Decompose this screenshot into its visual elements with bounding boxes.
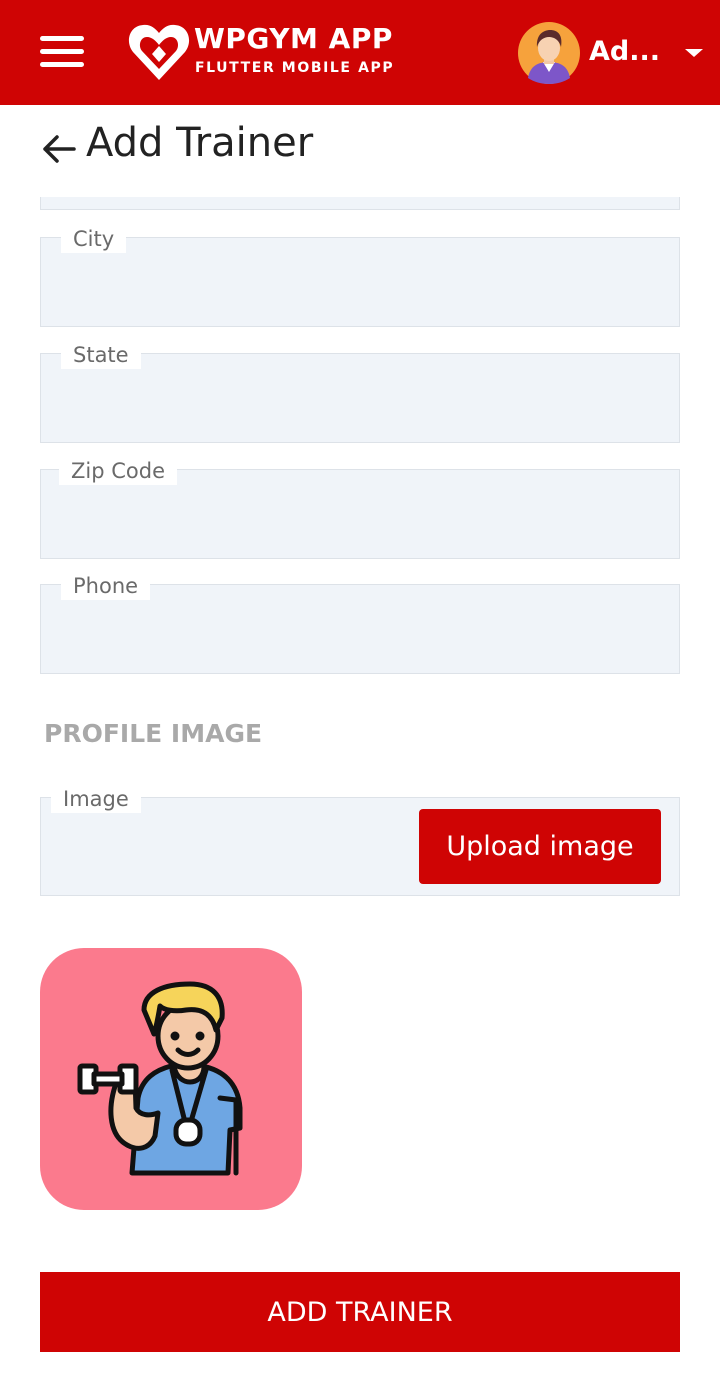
previous-field-edge [40, 197, 680, 210]
profile-image-heading: PROFILE IMAGE [44, 719, 263, 748]
image-label: Image [51, 785, 141, 813]
menu-icon[interactable] [40, 34, 84, 70]
add-trainer-button[interactable]: ADD TRAINER [40, 1272, 680, 1352]
city-field[interactable]: City [40, 225, 680, 327]
chevron-down-icon[interactable] [683, 46, 705, 60]
app-title: WPGYM APP [194, 22, 393, 55]
app-header: WPGYM APP FLUTTER MOBILE APP Ad... [0, 0, 720, 105]
user-name[interactable]: Ad... [589, 36, 660, 67]
app-subtitle: FLUTTER MOBILE APP [195, 60, 395, 76]
state-label: State [61, 341, 141, 369]
zip-code-field[interactable]: Zip Code [40, 457, 680, 559]
avatar[interactable] [518, 22, 580, 84]
state-field[interactable]: State [40, 341, 680, 443]
page-title: Add Trainer [86, 120, 314, 166]
city-label: City [61, 225, 127, 253]
upload-image-button[interactable]: Upload image [419, 809, 661, 884]
trainer-illustration-icon [77, 981, 243, 1176]
phone-label: Phone [61, 572, 151, 600]
image-field: Image Upload image [40, 785, 680, 896]
arrow-left-icon[interactable] [40, 131, 78, 167]
phone-field[interactable]: Phone [40, 572, 680, 674]
profile-image-preview [40, 948, 302, 1210]
logo-heart-icon [128, 24, 190, 80]
zip-code-label: Zip Code [59, 457, 177, 485]
